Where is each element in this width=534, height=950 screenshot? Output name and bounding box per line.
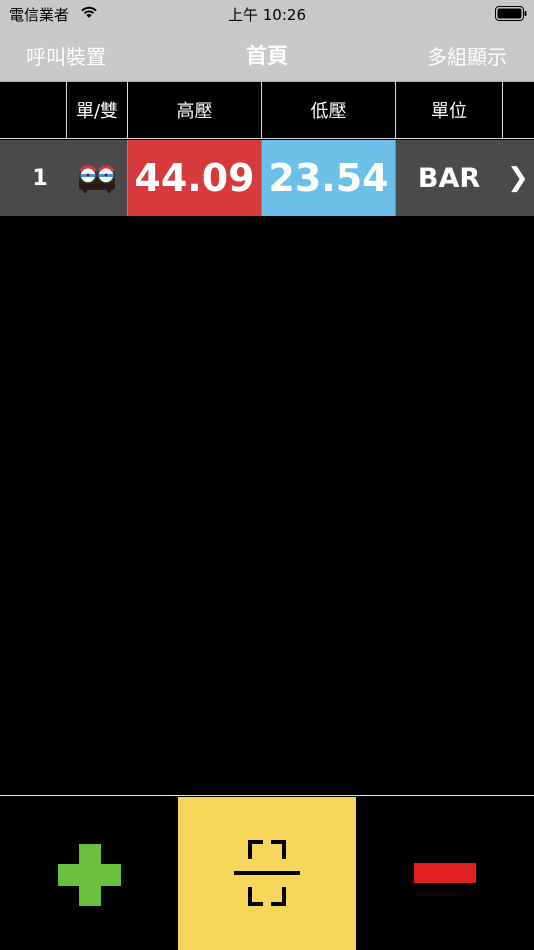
navigation-bar: 呼叫裝置 首頁 多組顯示	[0, 28, 534, 82]
header-low-pressure: 低壓	[261, 82, 395, 138]
header-end-cell	[502, 82, 534, 138]
status-bar: 電信業者 上午 10:26	[0, 0, 534, 28]
row-index: 1	[32, 165, 48, 191]
row-type	[66, 140, 127, 216]
header-unit: 單位	[395, 82, 502, 138]
header-high-pressure: 高壓	[127, 82, 261, 138]
bottom-toolbar	[0, 795, 534, 950]
low-pressure-value: 23.54	[261, 140, 395, 216]
table-row[interactable]: 1 44.09 23.54 BAR ❯	[0, 140, 534, 216]
header-type: 單/雙	[66, 82, 127, 138]
add-device-button[interactable]	[0, 797, 178, 950]
unit-value: BAR	[395, 140, 502, 216]
clock: 上午 10:26	[228, 6, 306, 24]
plus-icon	[58, 844, 121, 906]
minus-icon	[414, 863, 476, 883]
multi-display-button[interactable]: 多組顯示	[427, 41, 507, 70]
remove-device-button[interactable]	[356, 797, 534, 950]
chevron-right-icon[interactable]: ❯	[502, 140, 534, 216]
scan-frame-icon	[234, 840, 300, 906]
high-pressure-value: 44.09	[127, 140, 261, 216]
battery-icon	[495, 6, 527, 21]
dual-gauge-icon	[78, 165, 115, 193]
scan-button[interactable]	[178, 797, 356, 950]
header-index-cell	[0, 82, 66, 138]
table-header: 單/雙 高壓 低壓 單位	[0, 82, 534, 139]
